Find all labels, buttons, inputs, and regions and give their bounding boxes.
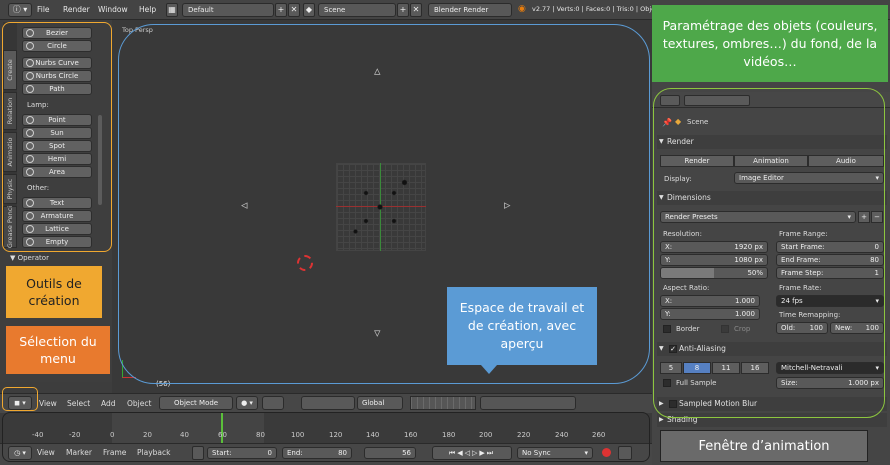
layout-remove-button[interactable]: ✕ bbox=[288, 3, 300, 17]
tools-annotation-text: Outils de création bbox=[26, 276, 82, 308]
menu-add[interactable]: Add bbox=[101, 399, 116, 408]
tools-outline bbox=[2, 22, 112, 252]
properties-annotation: Paramétrage des objets (couleurs, textur… bbox=[652, 5, 888, 82]
menu-render[interactable]: Render bbox=[63, 5, 90, 14]
pivot-point-select[interactable] bbox=[262, 396, 284, 410]
menu-select[interactable]: Select bbox=[67, 399, 90, 408]
properties-outline bbox=[653, 88, 885, 418]
timeline-outline bbox=[2, 412, 650, 462]
render-engine-select[interactable]: Blender Render bbox=[428, 3, 512, 17]
snap-and-render-tools[interactable] bbox=[480, 396, 576, 410]
menu-annotation: Sélection du menu bbox=[6, 326, 110, 374]
menu-object[interactable]: Object bbox=[127, 399, 151, 408]
scene-icon[interactable]: ◆ bbox=[303, 3, 315, 17]
layer-buttons[interactable] bbox=[410, 396, 476, 410]
workspace-annotation: Espace de travail et de création, avec a… bbox=[447, 287, 597, 365]
menu-annotation-text: Sélection du menu bbox=[19, 334, 97, 366]
layout-select[interactable]: Default bbox=[182, 3, 274, 17]
blender-logo-icon: ◉ bbox=[518, 4, 526, 14]
menu-window[interactable]: Window bbox=[98, 5, 128, 14]
orientation-value: Global bbox=[362, 399, 385, 407]
properties-annotation-text: Paramétrage des objets (couleurs, textur… bbox=[662, 17, 878, 69]
layout-icon[interactable]: ▦ bbox=[166, 3, 178, 17]
manipulator-toggles[interactable] bbox=[301, 396, 355, 410]
workspace-arrow-icon bbox=[481, 365, 497, 374]
operator-panel-header[interactable]: ▼ Operator bbox=[10, 254, 49, 262]
viewport-shading-select[interactable]: ● ▾ bbox=[236, 396, 258, 410]
scene-select[interactable]: Scene bbox=[318, 3, 396, 17]
menu-view-3d[interactable]: View bbox=[39, 399, 57, 408]
tools-annotation: Outils de création bbox=[6, 266, 102, 318]
workspace-annotation-text: Espace de travail et de création, avec a… bbox=[459, 300, 585, 351]
transform-orientation-select[interactable]: Global bbox=[357, 396, 403, 410]
scene-remove-button[interactable]: ✕ bbox=[410, 3, 422, 17]
menu-outline bbox=[2, 387, 38, 411]
animation-annotation: Fenêtre d’animation bbox=[660, 430, 868, 462]
layout-value: Default bbox=[188, 6, 214, 14]
layout-add-button[interactable]: + bbox=[275, 3, 287, 17]
interaction-mode-select[interactable]: Object Mode bbox=[159, 396, 233, 410]
editor-type-icon[interactable]: ⓘ ▾ bbox=[8, 3, 32, 17]
render-engine-value: Blender Render bbox=[434, 6, 489, 14]
animation-annotation-text: Fenêtre d’animation bbox=[698, 438, 830, 454]
menu-help[interactable]: Help bbox=[139, 5, 156, 14]
menu-file[interactable]: File bbox=[37, 5, 50, 14]
scene-value: Scene bbox=[324, 6, 346, 14]
interaction-mode-value: Object Mode bbox=[174, 399, 219, 407]
scene-add-button[interactable]: + bbox=[397, 3, 409, 17]
